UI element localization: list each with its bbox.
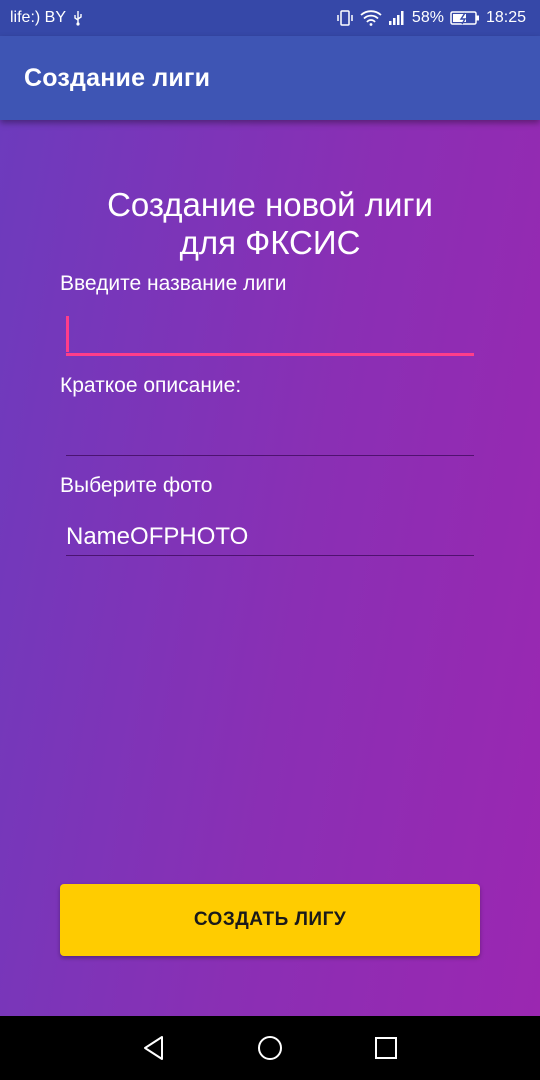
description-input[interactable] <box>66 412 474 456</box>
signal-icon <box>388 10 406 26</box>
league-name-input[interactable] <box>66 312 474 356</box>
form-heading-line2: для ФКСИС <box>179 224 361 261</box>
create-league-form: Создание новой лиги для ФКСИС Введите на… <box>0 120 540 1016</box>
create-league-button[interactable]: СОЗДАТЬ ЛИГУ <box>60 884 480 956</box>
status-bar-right: 58% 18:25 <box>336 9 526 27</box>
battery-percent: 58% <box>411 9 444 26</box>
battery-charging-icon <box>450 10 480 26</box>
status-bar-left: life:) BY <box>10 9 84 27</box>
photo-label: Выберите фото <box>60 474 213 497</box>
status-bar: life:) BY 58% 18:25 <box>0 0 540 36</box>
league-name-label: Введите название лиги <box>60 272 287 295</box>
carrier-label: life:) BY <box>10 9 67 26</box>
app-bar-title: Создание лиги <box>24 63 211 92</box>
form-heading: Создание новой лиги для ФКСИС <box>0 186 540 262</box>
back-icon[interactable] <box>140 1034 168 1062</box>
vibrate-icon <box>336 9 354 27</box>
description-label: Краткое описание: <box>60 374 242 397</box>
usb-icon <box>72 10 84 26</box>
app-bar: Создание лиги <box>0 36 540 120</box>
wifi-icon <box>360 10 382 26</box>
form-heading-line1: Создание новой лиги <box>107 186 433 223</box>
text-cursor <box>66 316 69 352</box>
recents-icon[interactable] <box>372 1034 400 1062</box>
clock: 18:25 <box>485 9 526 26</box>
navigation-bar <box>0 1016 540 1080</box>
photo-picker-field[interactable]: NameOFPHOTO <box>66 518 474 556</box>
home-icon[interactable] <box>256 1034 284 1062</box>
